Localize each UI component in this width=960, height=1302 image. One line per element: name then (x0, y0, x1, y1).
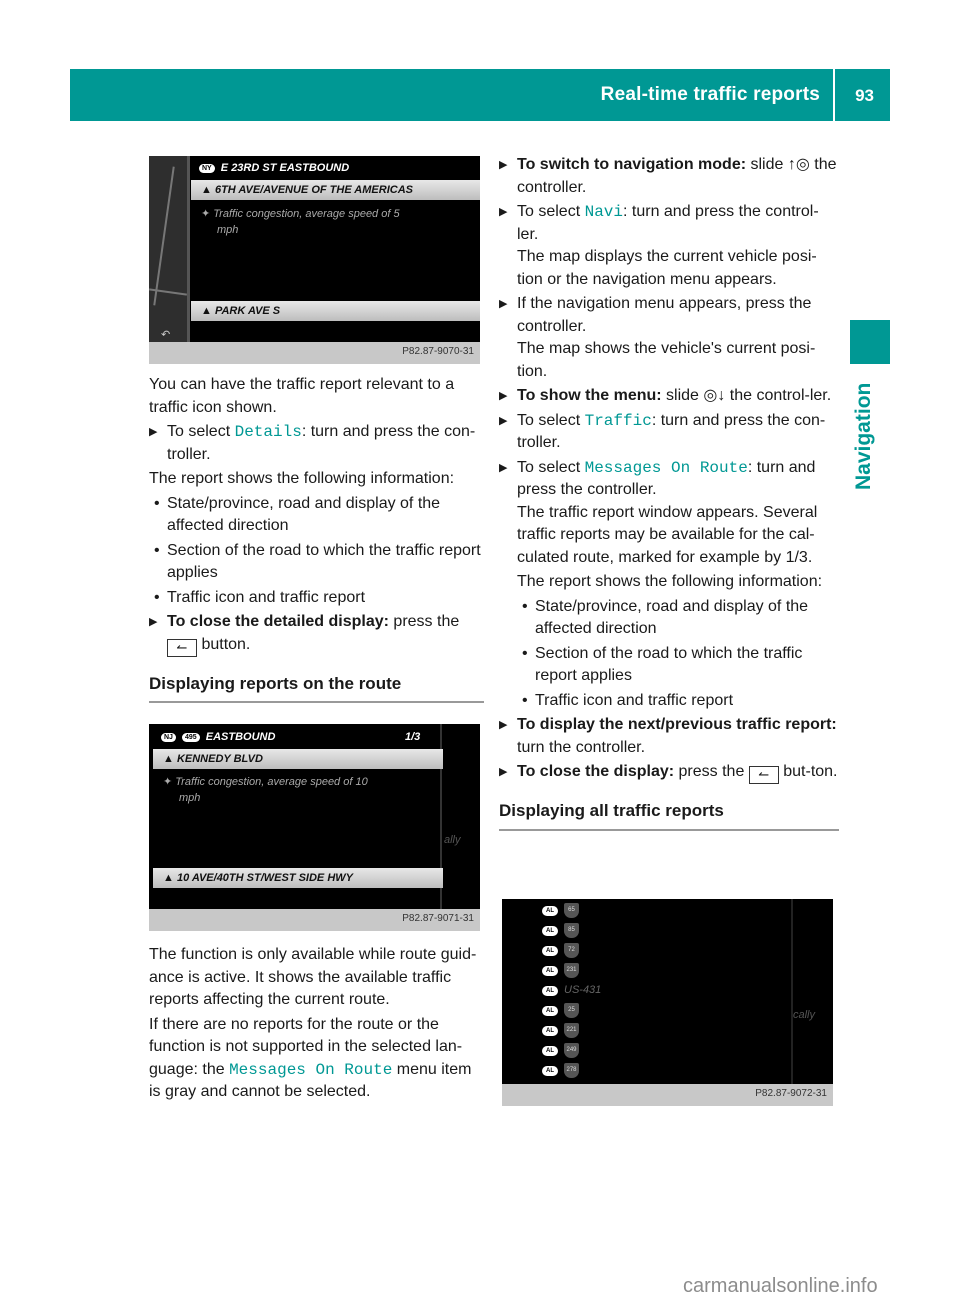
state-badge: AL (542, 926, 558, 936)
road-icon: ▲ (201, 184, 212, 196)
state-badge: AL (542, 946, 558, 956)
road-shield-item[interactable]: 221 (564, 1023, 579, 1038)
state-badge: AL (542, 966, 558, 976)
unavailable-paragraph: If there are no reports for the route or… (149, 1015, 472, 1101)
report-intro: The report shows the following informati… (517, 573, 823, 590)
intro-paragraph: You can have the traffic report relevant… (149, 376, 455, 416)
bullet-item: • State/province, road and display of the… (154, 494, 441, 535)
direction-text: EASTBOUND (205, 731, 276, 743)
back-button-icon: ↼ (167, 638, 197, 657)
state-badge: AL (542, 1026, 558, 1036)
side-tab-label: Navigation (852, 382, 875, 490)
step-select-navi: To select Navi: turn and press the contr… (499, 201, 839, 291)
step-close-display: To close the display: press the ↼ but-to… (499, 761, 839, 784)
step-select-messages: To select Messages On Route: turn and pr… (499, 457, 839, 570)
road-shield-item[interactable]: 65 (564, 903, 579, 918)
left-column: You can have the traffic report relevant… (149, 374, 484, 713)
report-row: ✦ Traffic congestion, average speed of 5… (201, 208, 400, 236)
side-fragment: cally (793, 1009, 816, 1021)
state-badge: AL (542, 1006, 558, 1016)
screenshot-all-reports: AL 65 AL 85 AL 72 AL 231 AL US-431 AL 25 AL 221 AL 249 A… (502, 899, 833, 1106)
state-badge: AL (542, 1046, 558, 1056)
road-shield-item[interactable]: US-431 (564, 984, 601, 996)
bullet-item: • Traffic icon and traffic report (154, 588, 366, 606)
state-badge: AL (542, 1066, 558, 1076)
road-icon: ▲ (201, 305, 212, 317)
bullet-item: • Section of the road to which the traffi… (154, 541, 481, 582)
step-show-menu: To show the menu: slide ◎↓ the control-l… (499, 385, 839, 408)
menu-item-details: Details (234, 423, 302, 441)
back-icon: ↶ (161, 329, 171, 341)
state-badge: NY (199, 164, 215, 173)
section-heading-route: Displaying reports on the route (149, 673, 484, 703)
to-road-text: PARK AVE S (214, 305, 281, 317)
screenshot-traffic-detail: NY E 23RD ST EASTBOUND ▲ 6TH AVE/AVENUE … (149, 156, 480, 364)
road-shield-item[interactable]: 72 (564, 943, 579, 958)
state-badge: AL (542, 986, 558, 996)
menu-item-traffic: Traffic (584, 411, 652, 430)
traffic-icon: ✦ (201, 208, 211, 220)
report-row: ✦ Traffic congestion, average speed of 1… (163, 776, 368, 804)
step-press-controller: If the navigation menu appears, press th… (499, 293, 839, 383)
state-badge: NJ (161, 733, 176, 742)
state-badge: AL (542, 906, 558, 916)
figure-caption: P82.87-9070-31 (149, 342, 480, 364)
section-heading-all-reports: Displaying all traffic reports (499, 800, 839, 831)
from-road-text: 6TH AVE/AVENUE OF THE AMERICAS (214, 184, 413, 196)
bullet-item: • State/province, road and display of the… (522, 597, 809, 638)
from-road-row: ▲ KENNEDY BLVD (153, 749, 443, 769)
direction-row: NJ 495 EASTBOUND (161, 731, 275, 743)
page-header: Real-time traffic reports 93 (70, 69, 890, 121)
step-next-previous: To display the next/previous traffic rep… (499, 714, 839, 759)
availability-paragraph: The function is only available while rou… (149, 946, 477, 1008)
direction-row: NY E 23RD ST EASTBOUND (199, 162, 349, 174)
left-column-lower: The function is only available while rou… (149, 944, 484, 1106)
road-shield-item[interactable]: 25 (564, 1003, 579, 1018)
right-column: To switch to navigation mode: slide ↑◎ t… (499, 154, 839, 841)
menu-item-messages-on-route: Messages On Route (584, 458, 748, 477)
menu-item-navi: Navi (584, 203, 623, 221)
step-close-detail: To close the detailed display: press the… (149, 611, 484, 657)
road-icon: ▲ (163, 872, 174, 884)
road-shield-item[interactable]: 231 (564, 963, 579, 978)
to-road-row: ▲ 10 AVE/40TH ST/WEST SIDE HWY (153, 868, 443, 888)
menu-item-messages-on-route: Messages On Route (229, 1060, 393, 1079)
watermark: carmanualsonline.info (683, 1275, 878, 1297)
report-counter: 1/3 (405, 731, 421, 743)
traffic-icon: ✦ (163, 776, 173, 788)
to-road-text: 10 AVE/40TH ST/WEST SIDE HWY (176, 872, 353, 884)
report-intro: The report shows the following informati… (149, 470, 455, 487)
to-road-row: ▲ PARK AVE S (191, 301, 480, 321)
route-badge: 495 (182, 733, 200, 742)
screenshot-route-reports: NJ 495 EASTBOUND 1/3 ▲ KENNEDY BLVD ✦ Tr… (149, 724, 480, 931)
side-fragment: ally (444, 834, 461, 846)
bullet-item: • Section of the road to which the traffi… (522, 644, 803, 685)
road-shield-item[interactable]: 249 (564, 1043, 579, 1058)
map-preview (149, 156, 187, 342)
header-divider (833, 69, 835, 121)
figure-caption: P82.87-9072-31 (502, 1084, 833, 1106)
step-select-traffic: To select Traffic: turn and press the co… (499, 410, 839, 455)
from-road-text: KENNEDY BLVD (176, 753, 263, 765)
step-select-details: To select Details: turn and press the co… (149, 421, 484, 466)
step-switch-navigation: To switch to navigation mode: slide ↑◎ t… (499, 154, 839, 199)
direction-text: E 23RD ST EASTBOUND (220, 162, 350, 174)
road-shield-item[interactable]: 278 (564, 1063, 579, 1078)
back-button-icon: ↼ (748, 766, 779, 784)
road-icon: ▲ (163, 753, 174, 765)
road-shield-item[interactable]: 85 (564, 923, 579, 938)
from-road-row: ▲ 6TH AVE/AVENUE OF THE AMERICAS (191, 180, 480, 200)
figure-caption: P82.87-9071-31 (149, 909, 480, 931)
page-number: 93 (855, 86, 874, 105)
chapter-title: Real-time traffic reports (600, 84, 820, 105)
bullet-item: • Traffic icon and traffic report (522, 691, 734, 709)
